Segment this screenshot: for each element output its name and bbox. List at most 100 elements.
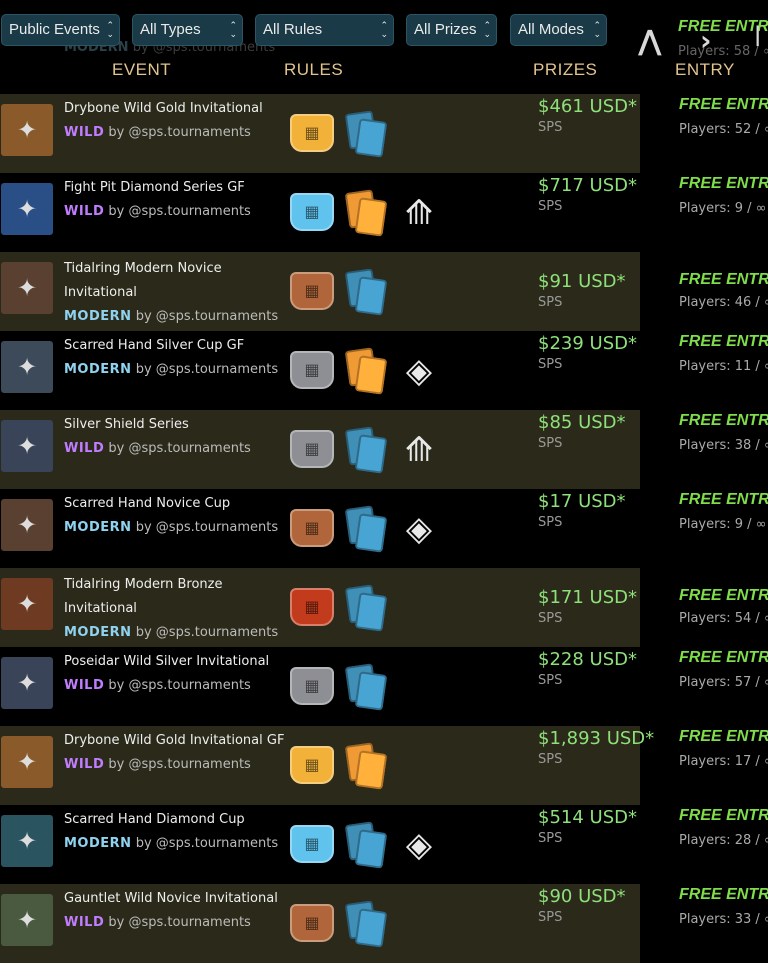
- league-shield-icon: ▦: [290, 350, 334, 389]
- arrows-modifier-icon: ⟰: [404, 192, 434, 233]
- prize-token: SPS: [538, 120, 563, 135]
- tournament-row[interactable]: ✦ Scarred Hand Diamond Cup MODERN by @sp…: [0, 805, 768, 884]
- event-name[interactable]: Tidalring Modern Bronze Invitational: [64, 573, 284, 621]
- league-shield-icon: ▦: [290, 824, 334, 863]
- tournament-row[interactable]: ✦ Scarred Hand Silver Cup GF MODERN by @…: [0, 331, 768, 410]
- prize-token: SPS: [538, 673, 563, 688]
- organizer-link[interactable]: @sps.tournaments: [156, 520, 278, 535]
- prize-token: SPS: [538, 515, 563, 530]
- deck-rule-icon: [344, 662, 388, 711]
- filter-prizes-dropdown[interactable]: All Prizes ⌃ ⌄: [406, 14, 497, 46]
- organizer-link[interactable]: @sps.tournaments: [129, 678, 251, 693]
- event-badge-icon: ✦: [1, 182, 53, 235]
- players-count: Players: 9 / ∞: [679, 201, 767, 216]
- deck-rule-icon: [344, 346, 388, 395]
- event-name[interactable]: Scarred Hand Silver Cup GF: [64, 334, 284, 358]
- column-header-rules: RULES: [284, 60, 344, 79]
- organizer-link[interactable]: @sps.tournaments: [156, 362, 278, 377]
- diamond-modifier-icon: ◈: [405, 508, 433, 549]
- prize-amount: $17 USD*: [538, 491, 626, 512]
- event-name[interactable]: Drybone Wild Gold Invitational: [64, 97, 284, 121]
- tournament-row[interactable]: ✦ Silver Shield Series WILD by @sps.tour…: [0, 410, 768, 489]
- entry-fee: FREE ENTRY: [679, 649, 768, 666]
- filter-public-events-dropdown[interactable]: Public Events ⌃ ⌄: [1, 14, 120, 46]
- event-badge-icon: ✦: [1, 261, 53, 314]
- deck-rule-icon: [344, 820, 388, 869]
- filter-rules-dropdown[interactable]: All Rules ⌃ ⌄: [255, 14, 394, 46]
- prize-token: SPS: [538, 831, 563, 846]
- league-shield-icon: ▦: [290, 508, 334, 547]
- tournament-row[interactable]: ✦ Drybone Wild Gold Invitational WILD by…: [0, 94, 768, 173]
- organizer-link[interactable]: @sps.tournaments: [129, 125, 251, 140]
- event-meta: MODERN by @sps.tournaments: [64, 520, 279, 535]
- entry-fee: FREE ENTRY: [679, 807, 768, 824]
- tournament-row[interactable]: ✦ Fight Pit Diamond Series GF WILD by @s…: [0, 173, 768, 252]
- league-shield-icon: ▦: [290, 113, 334, 152]
- deck-rule-icon: [344, 741, 388, 790]
- players-count: Players: 17 / ∞: [679, 754, 768, 769]
- entry-fee: FREE ENTRY: [679, 96, 768, 113]
- event-badge-icon: ✦: [1, 735, 53, 788]
- organizer-link[interactable]: @sps.tournaments: [129, 757, 251, 772]
- chevron-updown-icon: ⌃ ⌄: [380, 20, 388, 39]
- entry-fee: FREE ENTRY: [679, 728, 768, 745]
- format-badge: MODERN: [64, 836, 132, 851]
- league-shield-icon: ▦: [290, 192, 334, 231]
- prize-token: SPS: [538, 199, 563, 214]
- deck-rule-icon: [344, 899, 388, 948]
- prize-amount: $228 USD*: [538, 649, 637, 670]
- players-count: Players: 57 / ∞: [679, 675, 768, 690]
- tournament-row[interactable]: ✦ Tidalring Modern Bronze Invitational M…: [0, 568, 768, 647]
- tournament-row[interactable]: ✦ Scarred Hand Novice Cup MODERN by @sps…: [0, 489, 768, 568]
- tournament-row[interactable]: ✦ Gauntlet Wild Novice Invitational WILD…: [0, 884, 768, 963]
- players-count: Players: 33 / ∞: [679, 912, 768, 927]
- tournament-row[interactable]: ✦ Drybone Wild Gold Invitational GF WILD…: [0, 726, 768, 805]
- column-header-entry: ENTRY: [675, 60, 735, 79]
- league-shield-icon: ▦: [290, 745, 334, 784]
- event-meta: WILD by @sps.tournaments: [64, 441, 251, 456]
- entry-fee: FREE ENTRY: [679, 412, 768, 429]
- event-name[interactable]: Scarred Hand Diamond Cup: [64, 808, 284, 832]
- prize-amount: $1,893 USD*: [538, 728, 655, 749]
- deck-rule-icon: [344, 188, 388, 237]
- format-badge: MODERN: [64, 309, 132, 324]
- tournament-row[interactable]: ✦ Tidalring Modern Novice Invitational M…: [0, 252, 768, 331]
- filter-modes-dropdown[interactable]: All Modes ⌃ ⌄: [510, 14, 607, 46]
- event-name[interactable]: Drybone Wild Gold Invitational GF: [64, 729, 284, 753]
- prize-token: SPS: [538, 436, 563, 451]
- event-meta: WILD by @sps.tournaments: [64, 757, 251, 772]
- event-badge-icon: ✦: [1, 103, 53, 156]
- chevron-updown-icon: ⌃ ⌄: [229, 20, 237, 39]
- event-meta: WILD by @sps.tournaments: [64, 204, 251, 219]
- event-name[interactable]: Gauntlet Wild Novice Invitational: [64, 887, 284, 911]
- event-name[interactable]: Scarred Hand Novice Cup: [64, 492, 284, 516]
- tournament-list: ✦ Drybone Wild Gold Invitational WILD by…: [0, 94, 768, 963]
- prize-amount: $171 USD*: [538, 587, 637, 608]
- column-header-prizes: PRIZES: [533, 60, 598, 79]
- organizer-link[interactable]: @sps.tournaments: [129, 441, 251, 456]
- chevron-updown-icon: ⌃ ⌄: [483, 20, 491, 39]
- event-name[interactable]: Fight Pit Diamond Series GF: [64, 176, 284, 200]
- league-shield-icon: ▦: [290, 587, 334, 626]
- league-shield-icon: ▦: [290, 666, 334, 705]
- filter-types-dropdown[interactable]: All Types ⌃ ⌄: [132, 14, 243, 46]
- organizer-link[interactable]: @sps.tournaments: [129, 204, 251, 219]
- league-shield-icon: ▦: [290, 903, 334, 942]
- event-name[interactable]: Silver Shield Series: [64, 413, 284, 437]
- format-badge: WILD: [64, 757, 105, 772]
- league-shield-icon: ▦: [290, 429, 334, 468]
- organizer-link[interactable]: @sps.tournaments: [156, 309, 278, 324]
- entry-fee: FREE ENTRY: [679, 175, 768, 192]
- format-badge: WILD: [64, 204, 105, 219]
- tournament-row[interactable]: ✦ Poseidar Wild Silver Invitational WILD…: [0, 647, 768, 726]
- event-meta: MODERN by @sps.tournaments: [64, 836, 279, 851]
- event-name[interactable]: Tidalring Modern Novice Invitational: [64, 257, 284, 305]
- arrows-modifier-icon: ⟰: [404, 429, 434, 470]
- deck-rule-icon: [344, 504, 388, 553]
- entry-fee: FREE ENTRY: [679, 587, 768, 604]
- event-meta: MODERN by @sps.tournaments: [64, 362, 279, 377]
- organizer-link[interactable]: @sps.tournaments: [156, 836, 278, 851]
- organizer-link[interactable]: @sps.tournaments: [156, 625, 278, 640]
- event-name[interactable]: Poseidar Wild Silver Invitational: [64, 650, 284, 674]
- players-count: Players: 11 / ∞: [679, 359, 768, 374]
